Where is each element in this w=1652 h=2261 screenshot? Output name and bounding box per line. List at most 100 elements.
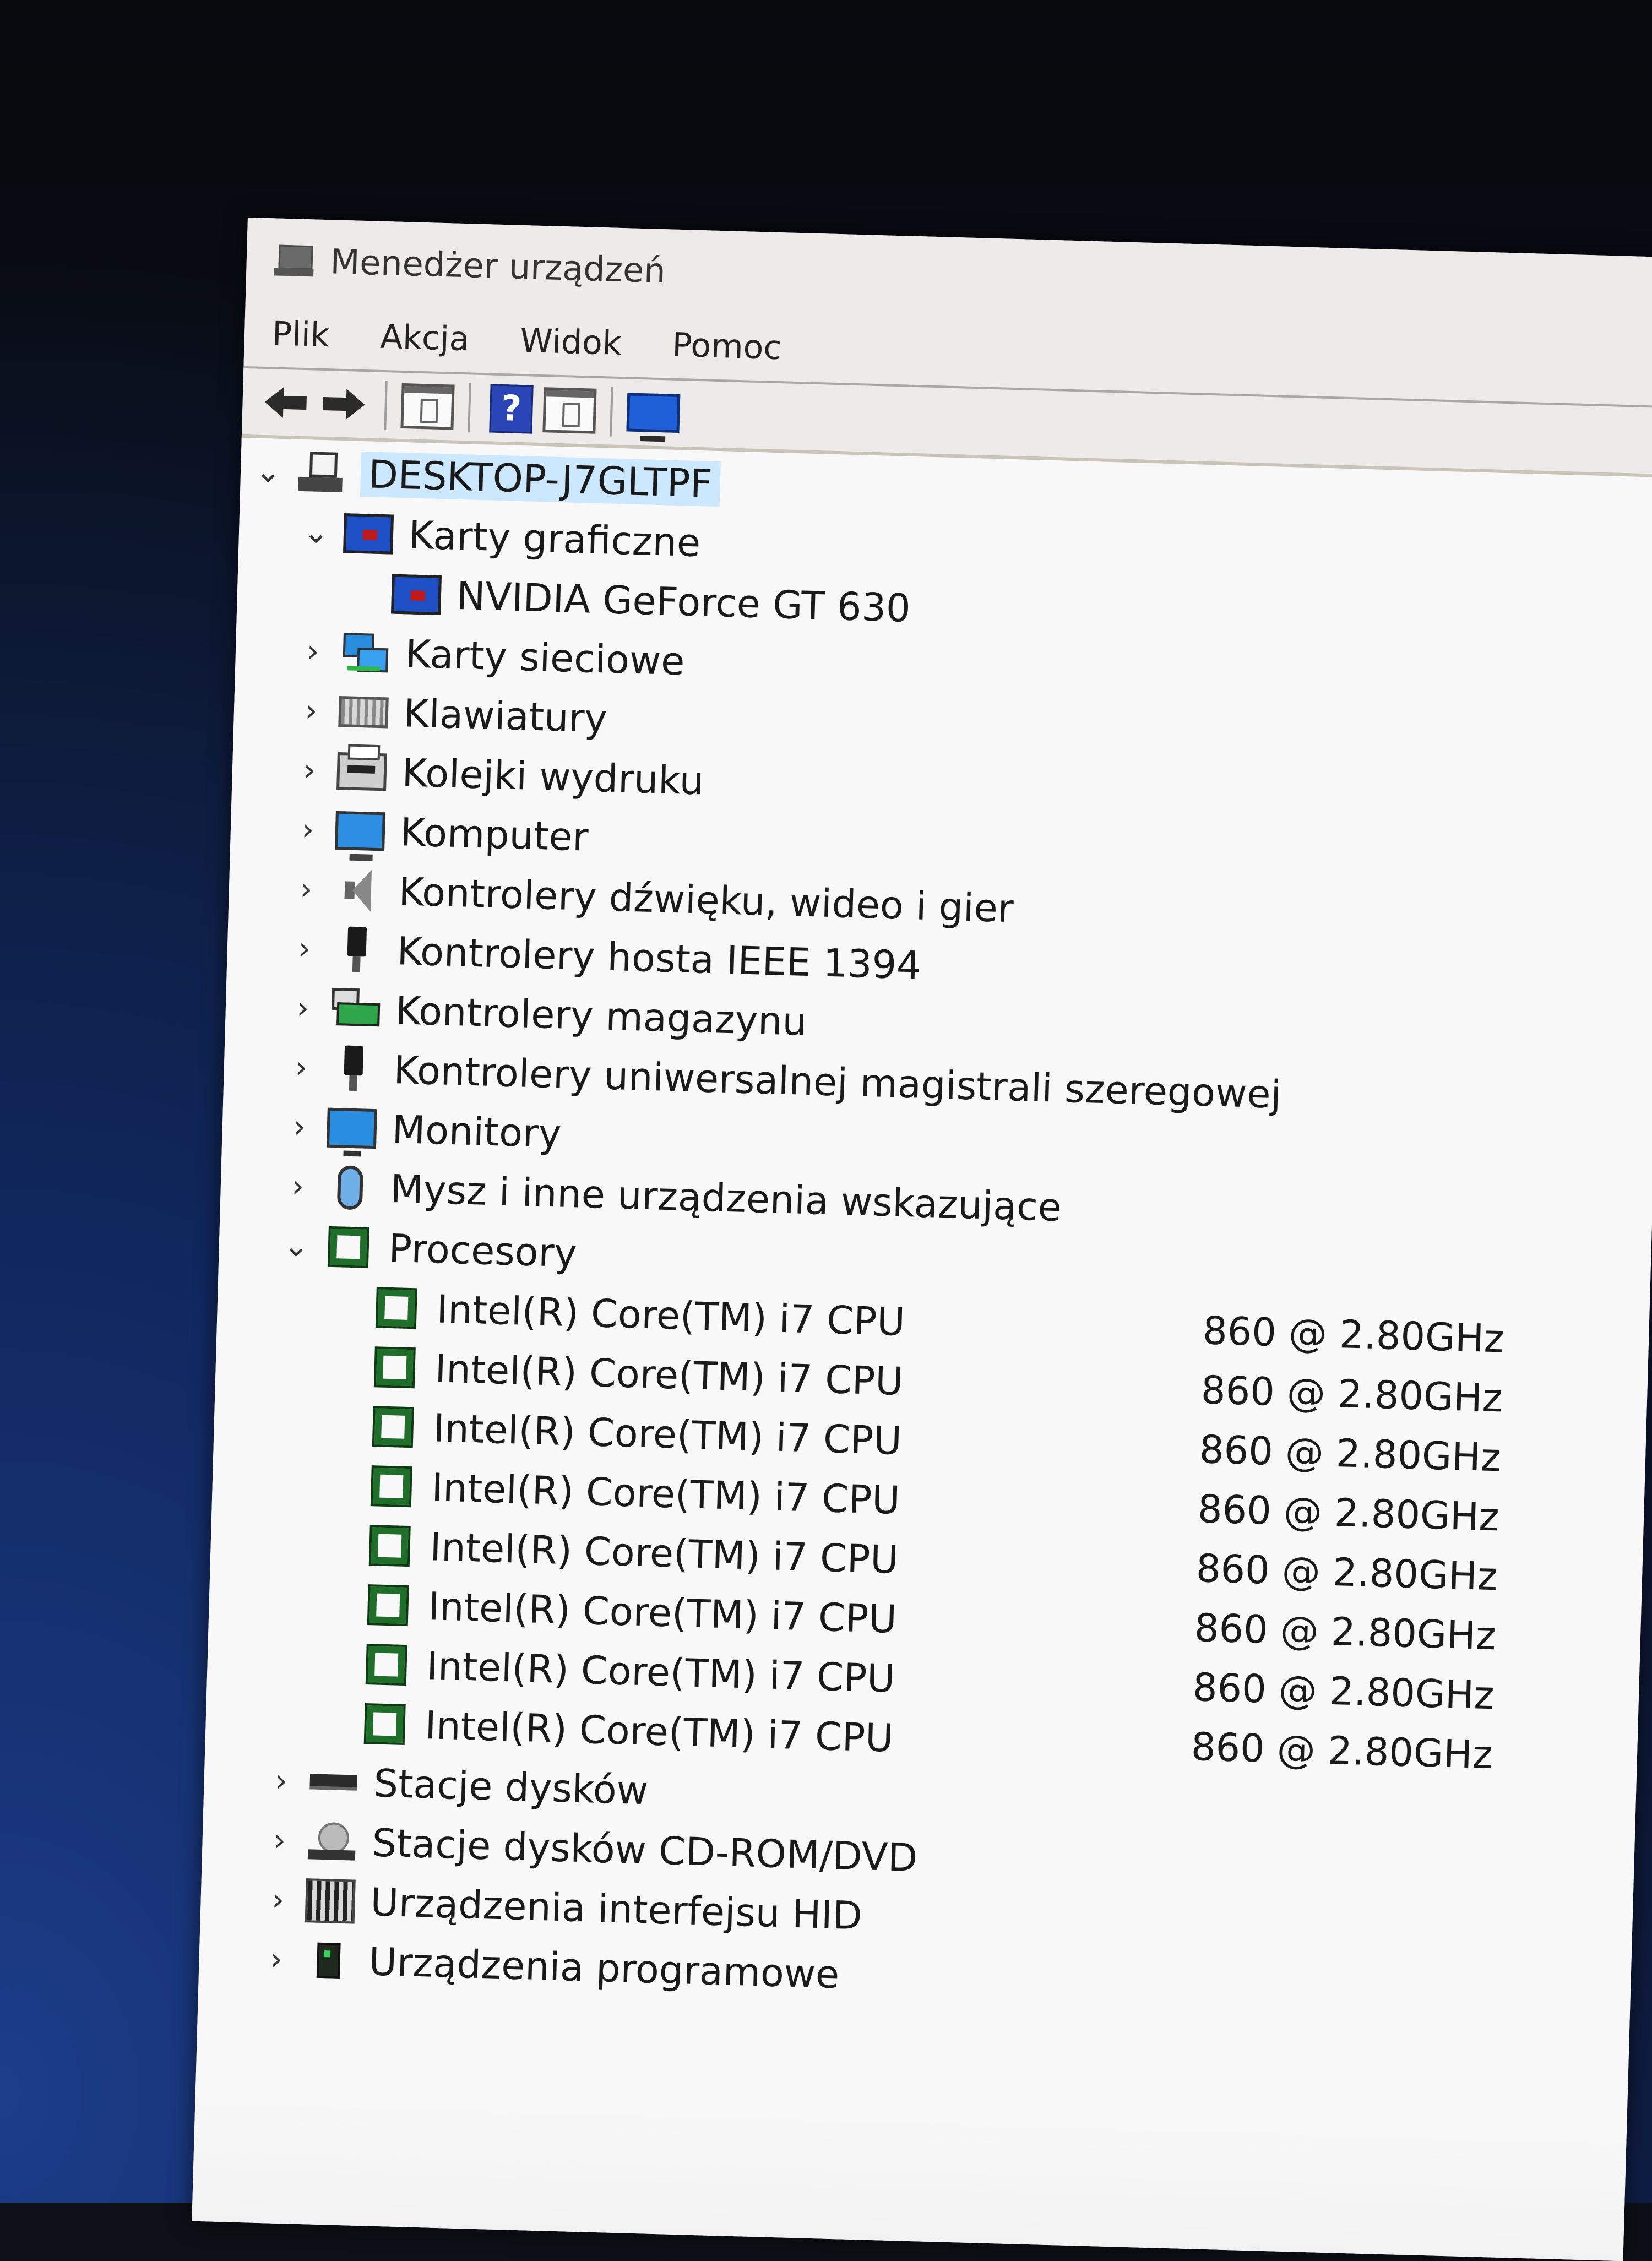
- category-klawiatury[interactable]: › Klawiatury: [294, 683, 608, 747]
- cpu-name: Intel(R) Core(TM) i7 CPU: [429, 1524, 899, 1583]
- keyboard-icon: [338, 689, 389, 735]
- menu-plik[interactable]: Plik: [271, 314, 330, 355]
- chevron-down-icon[interactable]: ⌄: [251, 453, 285, 490]
- display-adapter-icon: [391, 572, 442, 617]
- category-procesory[interactable]: ⌄ Procesory: [279, 1218, 578, 1281]
- category-stacje-dyskow[interactable]: › Stacje dysków: [264, 1753, 649, 1818]
- disk-drive-icon: [308, 1759, 359, 1805]
- monitor-icon: [326, 1106, 377, 1151]
- chevron-right-icon[interactable]: ›: [296, 633, 330, 670]
- back-button[interactable]: [258, 376, 313, 430]
- category-label: Komputer: [399, 809, 589, 860]
- chevron-down-icon[interactable]: ⌄: [279, 1227, 313, 1264]
- show-hide-pane-button[interactable]: [542, 383, 597, 438]
- category-hid[interactable]: › Urządzenia interfejsu HID: [260, 1872, 863, 1943]
- device-gpu[interactable]: NVIDIA GeForce GT 630: [391, 567, 911, 636]
- tree-bottom-edge: [192, 2034, 1628, 2261]
- root-computer-name[interactable]: DESKTOP-J7GLTPF: [360, 451, 721, 507]
- storage-controller-icon: [330, 987, 381, 1032]
- chevron-down-icon[interactable]: ⌄: [299, 514, 333, 551]
- cpu-frequency: 860 @ 2.80GHz: [1200, 1367, 1503, 1421]
- computer-icon: [295, 450, 346, 496]
- category-kolejki-wydruku[interactable]: › Kolejki wydruku: [292, 742, 705, 809]
- chevron-right-icon[interactable]: ›: [281, 1168, 315, 1205]
- category-label: Stacje dysków CD-ROM/DVD: [371, 1820, 919, 1881]
- help-icon: ?: [489, 384, 534, 434]
- tree-root[interactable]: ⌄ DESKTOP-J7GLTPF: [251, 443, 721, 512]
- processor-icon: [365, 1523, 415, 1568]
- category-label: Stacje dysków: [373, 1760, 649, 1814]
- chevron-right-icon[interactable]: ›: [294, 692, 328, 729]
- device-tree: ⌄ DESKTOP-J7GLTPF ⌄ Karty graficzne NVID…: [192, 437, 1652, 2261]
- cpu-frequency: 860 @ 2.80GHz: [1190, 1724, 1493, 1778]
- back-arrow-icon: [264, 387, 307, 418]
- chevron-right-icon[interactable]: ›: [264, 1762, 298, 1799]
- category-label: Procesory: [388, 1225, 578, 1276]
- processor-icon: [371, 1285, 422, 1330]
- hid-icon: [305, 1878, 356, 1924]
- chevron-right-icon[interactable]: ›: [284, 1049, 318, 1086]
- cpu-name: Intel(R) Core(TM) i7 CPU: [426, 1643, 896, 1702]
- cpu-name: Intel(R) Core(TM) i7 CPU: [436, 1286, 906, 1345]
- software-device-icon: [303, 1938, 354, 1983]
- category-komputer[interactable]: › Komputer: [291, 802, 589, 865]
- processor-icon: [361, 1642, 412, 1687]
- category-karty-graficzne[interactable]: ⌄ Karty graficzne: [299, 504, 702, 570]
- scan-hardware-button[interactable]: [626, 385, 681, 440]
- category-label: Karty graficzne: [407, 512, 702, 566]
- category-karty-sieciowe[interactable]: › Karty sieciowe: [296, 623, 686, 689]
- toolbar-separator: [384, 381, 388, 431]
- cpu-name: Intel(R) Core(TM) i7 CPU: [434, 1346, 904, 1405]
- properties-pane-icon: [400, 383, 455, 430]
- processor-icon: [363, 1583, 414, 1628]
- forward-arrow-icon: [323, 389, 365, 420]
- properties-button[interactable]: [400, 379, 455, 434]
- chevron-right-icon[interactable]: ›: [287, 930, 322, 967]
- printer-icon: [336, 749, 387, 794]
- menu-pomoc[interactable]: Pomoc: [672, 326, 782, 368]
- device-manager-icon: [274, 242, 314, 278]
- menu-widok[interactable]: Widok: [519, 322, 622, 363]
- help-button[interactable]: ?: [484, 382, 539, 436]
- device-manager-window: Menedżer urządzeń Plik Akcja Widok Pomoc: [192, 218, 1652, 2261]
- category-monitory[interactable]: › Monitory: [282, 1099, 562, 1161]
- cpu-frequency: 860 @ 2.80GHz: [1195, 1546, 1498, 1600]
- scan-hardware-icon: [626, 393, 681, 433]
- chevron-right-icon[interactable]: ›: [292, 752, 327, 789]
- display-adapter-icon: [343, 511, 394, 556]
- chevron-right-icon[interactable]: ›: [291, 811, 325, 848]
- category-label: Kontrolery dźwięku, wideo i gier: [398, 869, 1014, 932]
- category-kontrolery-magazynu[interactable]: › Kontrolery magazynu: [286, 980, 808, 1050]
- chevron-right-icon[interactable]: ›: [289, 871, 323, 907]
- chevron-right-icon[interactable]: ›: [282, 1108, 317, 1145]
- cpu-name: Intel(R) Core(TM) i7 CPU: [424, 1703, 894, 1761]
- cpu-name: Intel(R) Core(TM) i7 CPU: [432, 1405, 903, 1464]
- plug-icon: [332, 927, 382, 972]
- cpu-frequency: 860 @ 2.80GHz: [1197, 1486, 1500, 1540]
- usb-plug-icon: [328, 1046, 379, 1091]
- cd-rom-icon: [307, 1819, 357, 1864]
- category-urzadzenia-programowe[interactable]: › Urządzenia programowe: [259, 1931, 840, 2002]
- category-label: Monitory: [391, 1106, 562, 1157]
- chevron-right-icon[interactable]: ›: [261, 1881, 295, 1918]
- processor-icon: [369, 1345, 420, 1390]
- menu-akcja[interactable]: Akcja: [379, 318, 470, 359]
- device-label: NVIDIA GeForce GT 630: [455, 573, 911, 631]
- chevron-right-icon[interactable]: ›: [286, 990, 320, 1026]
- processor-icon: [360, 1702, 410, 1747]
- processor-icon: [366, 1464, 417, 1509]
- category-label: Kontrolery hosta IEEE 1394: [396, 928, 922, 988]
- category-label: Kolejki wydruku: [401, 750, 705, 804]
- monitor-icon: [335, 808, 385, 854]
- cpu-frequency: 860 @ 2.80GHz: [1202, 1308, 1505, 1362]
- cpu-frequency: 860 @ 2.80GHz: [1192, 1664, 1495, 1719]
- category-label: Klawiatury: [403, 691, 608, 742]
- chevron-right-icon[interactable]: ›: [259, 1941, 294, 1977]
- category-label: Urządzenia programowe: [368, 1939, 840, 1998]
- forward-button[interactable]: [317, 377, 371, 432]
- category-label: Karty sieciowe: [404, 631, 686, 684]
- toolbar-separator: [468, 383, 471, 433]
- window-title: Menedżer urządzeń: [329, 241, 666, 291]
- chevron-right-icon[interactable]: ›: [263, 1822, 297, 1858]
- mouse-icon: [325, 1165, 376, 1210]
